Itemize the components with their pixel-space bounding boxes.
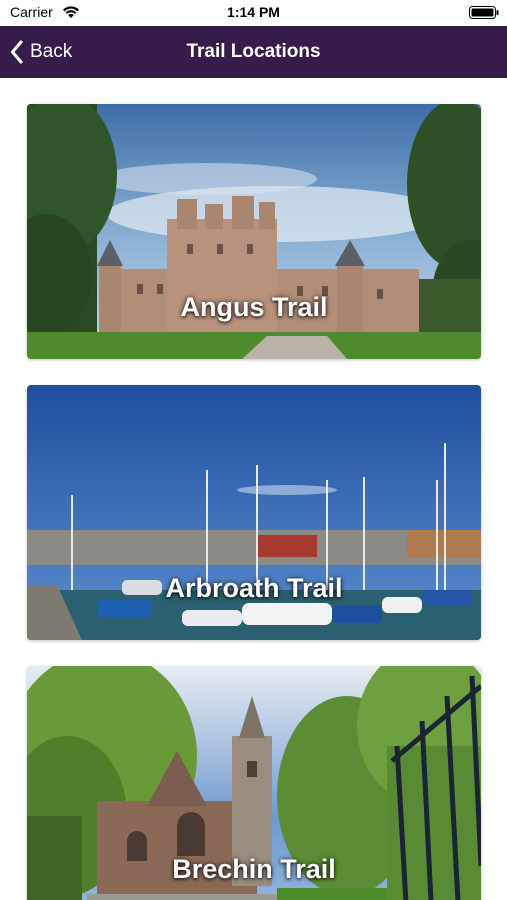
status-bar: Carrier 1:14 PM xyxy=(0,0,507,26)
navigation-bar: Back Trail Locations xyxy=(0,26,507,78)
clock: 1:14 PM xyxy=(227,4,280,20)
trail-list[interactable]: Angus Trail Arbroath Trail Brechin Trail xyxy=(0,78,507,900)
battery-icon xyxy=(469,6,499,19)
trail-title: Angus Trail xyxy=(180,292,328,322)
trail-card-brechin[interactable]: Brechin Trail xyxy=(27,666,481,900)
trail-card-angus[interactable]: Angus Trail xyxy=(27,104,481,359)
trail-title: Brechin Trail xyxy=(172,854,336,884)
trail-title: Arbroath Trail xyxy=(165,573,343,603)
page-title: Trail Locations xyxy=(186,41,321,62)
trail-card-arbroath[interactable]: Arbroath Trail xyxy=(27,385,481,640)
